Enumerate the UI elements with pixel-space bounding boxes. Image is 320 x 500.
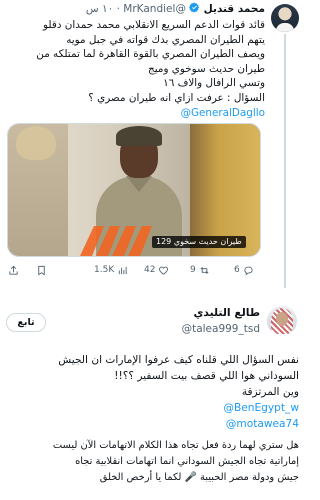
- parent-text-line: ويصف الطيران المصري بالقوة القاهرة لما ت…: [36, 48, 265, 61]
- retweet-icon: [200, 266, 209, 274]
- main-text-line: السوداني هوا اللي قصف بيت السفير ؟؟!!: [114, 370, 299, 382]
- replies-count: 6: [234, 265, 240, 275]
- parent-text-line: طيران حديث سوخوي وميج: [148, 62, 265, 75]
- parent-author-handle[interactable]: @MrKandiel: [123, 3, 186, 15]
- main-text-line: وين المرتزقة: [241, 386, 299, 398]
- bookmark-button[interactable]: [36, 262, 47, 278]
- reply-icon: [244, 266, 253, 275]
- main-author-avatar[interactable]: [267, 306, 297, 336]
- share-button[interactable]: [8, 262, 19, 278]
- retweet-button[interactable]: 9: [190, 262, 210, 278]
- views-icon: [119, 266, 127, 274]
- parent-tweet-header: محمد قنديل @MrKandiel · ١٠ س: [86, 2, 265, 16]
- views-button[interactable]: 1.5K: [94, 262, 128, 278]
- parent-author-name[interactable]: محمد قنديل: [204, 3, 265, 15]
- parent-text-line: قائد قوات الدعم السريع الانقلابي محمد حم…: [43, 19, 265, 31]
- main-author-name[interactable]: طالع التليدي: [193, 306, 260, 319]
- main-author-handle[interactable]: @talea999_tsd: [182, 323, 260, 335]
- emblem-graphic: [16, 126, 56, 160]
- like-button[interactable]: 42: [144, 262, 169, 278]
- likes-count: 42: [144, 265, 156, 275]
- parent-tweet[interactable]: محمد قنديل @MrKandiel · ١٠ س قائد قوات ا…: [0, 0, 305, 288]
- share-icon: [9, 265, 18, 275]
- parent-text-line: وتسي الرافال والاف ١٦: [163, 77, 265, 90]
- parent-tweet-text: قائد قوات الدعم السريع الانقلابي محمد حم…: [8, 18, 265, 120]
- follow-button[interactable]: تابع: [6, 313, 46, 332]
- image-caption: طيران حديث سخوي 129: [152, 236, 246, 248]
- thread-connector-line: [284, 34, 286, 288]
- main-text-line: جيش ودولة مصر الحبيبة 🎤 لكما يا أرخص الخ…: [99, 472, 299, 483]
- like-icon: [159, 266, 169, 275]
- main-text-line: هل ستري لهما ردة فعل تجاه هذا الكلام الا…: [52, 440, 299, 451]
- parent-tweet-image[interactable]: طيران حديث سخوي 129: [7, 123, 261, 257]
- retweets-count: 9: [190, 265, 196, 275]
- bookmark-icon: [38, 265, 45, 275]
- mention-link[interactable]: @motawea74: [1, 416, 299, 432]
- mention-link[interactable]: @BenEgypt_w: [1, 400, 299, 416]
- mention-link[interactable]: @GeneralDagllo: [8, 106, 265, 121]
- parent-tweet-time[interactable]: ١٠ س: [86, 3, 113, 15]
- header-separator-dot: ·: [116, 3, 120, 15]
- main-text-line: نفس السؤال اللي قلناه كيف عرفوا الإمارات…: [58, 354, 299, 366]
- main-tweet-text: نفس السؤال اللي قلناه كيف عرفوا الإمارات…: [1, 352, 299, 486]
- reply-button[interactable]: 6: [234, 262, 254, 278]
- main-text-line: إماراتية تجاه الجيش السوداني انما اتهاما…: [75, 456, 299, 467]
- parent-author-avatar[interactable]: [271, 4, 299, 32]
- verified-badge-icon: [189, 2, 200, 13]
- parent-text-line: يتهم الطيران المصري بدك قواته في جبل موي…: [66, 33, 265, 46]
- main-tweet[interactable]: طالع التليدي @talea999_tsd تابع نفس السؤ…: [0, 290, 305, 500]
- parent-tweet-actions: 1.5K 42 9 6: [8, 262, 258, 278]
- views-count: 1.5K: [94, 265, 115, 275]
- parent-text-line: السؤال : عرفت ازاي انه طيران مصري ؟: [88, 91, 265, 104]
